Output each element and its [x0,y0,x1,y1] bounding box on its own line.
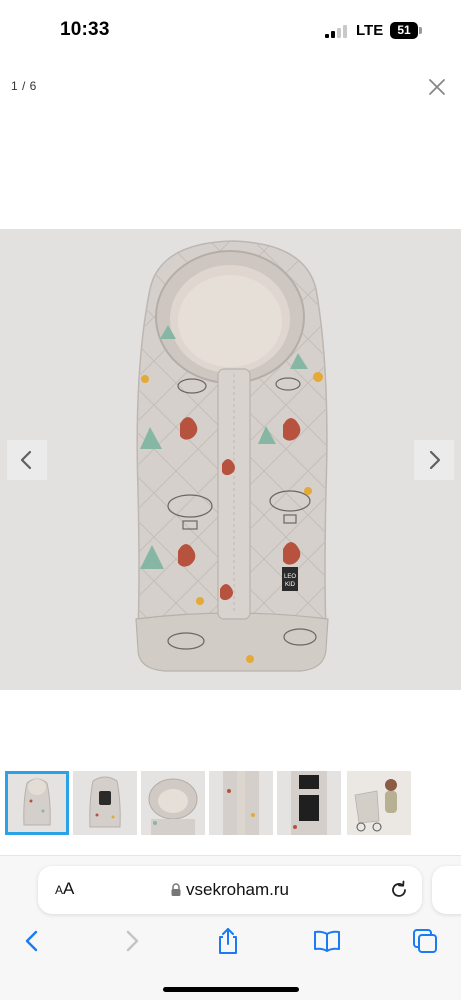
thumbnail-3[interactable] [141,771,205,835]
image-counter: 1 / 6 [11,79,37,93]
text-size-button[interactable]: AA [55,879,74,899]
battery-icon: 51 [390,22,422,39]
thumbnail-strip [0,771,461,835]
next-image-button[interactable] [414,440,454,480]
book-icon [314,930,340,952]
tabs-button[interactable] [410,926,440,956]
home-indicator [163,987,299,992]
status-bar: 10:33 LTE 51 [0,0,461,62]
chevron-left-icon [20,450,32,470]
close-button[interactable] [424,74,450,100]
network-type: LTE [356,22,384,39]
url-text: vsekroham.ru [186,880,289,899]
thumbnail-2[interactable] [73,771,137,835]
lock-icon [171,883,181,896]
chevron-left-icon [25,930,38,952]
tabs-icon [413,929,437,953]
next-tab-preview[interactable] [432,866,461,914]
browser-toolbar: AA vsekroham.ru [0,855,461,1000]
share-button[interactable] [213,926,243,956]
svg-text:KID: KID [285,582,296,588]
forward-button[interactable] [116,926,146,956]
chevron-right-icon [429,450,441,470]
thumbnail-4[interactable] [209,771,273,835]
signal-icon [325,25,349,38]
previous-image-button[interactable] [7,440,47,480]
thumbnail-5[interactable] [277,771,341,835]
screen: 10:33 LTE 51 1 / 6 LEO KID AA vsekroham.… [0,0,461,1000]
close-icon [429,79,445,95]
thumbnail-1[interactable] [5,771,69,835]
bookmarks-button[interactable] [312,926,342,956]
chevron-right-icon [126,930,139,952]
address-bar[interactable]: AA vsekroham.ru [38,866,422,914]
status-time: 10:33 [60,19,110,40]
reload-icon[interactable] [388,879,410,901]
battery-level: 51 [390,22,418,39]
share-icon [219,928,237,954]
thumbnail-6[interactable] [347,771,411,835]
brand-tag: LEO [284,574,296,580]
main-product-image[interactable]: LEO KID [0,229,461,690]
back-button[interactable] [18,926,48,956]
